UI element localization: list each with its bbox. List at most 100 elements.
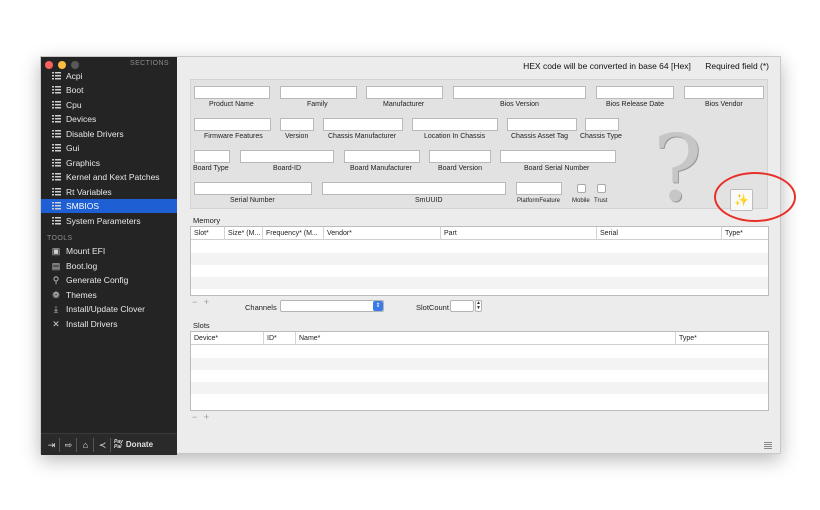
slots-col-device[interactable]: Device* <box>191 332 263 345</box>
table-row[interactable] <box>191 277 768 289</box>
memory-col-frequency[interactable]: Frequency* (M... <box>262 227 323 240</box>
sidebar-item-boot[interactable]: Boot <box>41 83 177 97</box>
memory-table-header: Slot* Size* (M... Frequency* (M... Vendo… <box>191 227 768 240</box>
board-serial-number-field[interactable] <box>500 150 616 163</box>
board-manufacturer-field[interactable] <box>344 150 420 163</box>
sidebar-item-kernel-kext-patches[interactable]: Kernel and Kext Patches <box>41 170 177 184</box>
sidebar: SECTIONS Acpi Boot Cpu Devices Disable D… <box>41 57 177 455</box>
slots-add-remove-buttons[interactable]: − + <box>192 412 211 422</box>
mobile-label: Mobile <box>572 198 590 204</box>
list-icon <box>52 144 61 152</box>
chassis-type-field[interactable] <box>585 118 619 131</box>
tool-install-update-clover[interactable]: ⤓ Install/Update Clover <box>41 302 177 316</box>
table-row[interactable] <box>191 382 768 394</box>
tool-generate-config[interactable]: ⚲ Generate Config <box>41 273 177 287</box>
zoom-window-button[interactable] <box>71 61 79 69</box>
list-icon <box>52 217 61 225</box>
board-id-field[interactable] <box>240 150 334 163</box>
memory-col-type[interactable]: Type* <box>721 227 768 240</box>
sidebar-item-acpi[interactable]: Acpi <box>41 69 177 83</box>
bios-release-date-field[interactable] <box>596 86 674 99</box>
manufacturer-field[interactable] <box>366 86 443 99</box>
sidebar-item-graphics[interactable]: Graphics <box>41 156 177 170</box>
sidebar-item-rt-variables[interactable]: Rt Variables <box>41 185 177 199</box>
bios-version-label: Bios Version <box>500 101 539 108</box>
bios-vendor-field[interactable] <box>684 86 764 99</box>
list-icon <box>52 173 61 181</box>
product-name-field[interactable] <box>194 86 270 99</box>
slots-col-name[interactable]: Name* <box>295 332 675 345</box>
smuuid-label: SmUUID <box>415 197 443 204</box>
memory-col-serial[interactable]: Serial <box>596 227 721 240</box>
question-mark-icon: ? <box>653 115 703 222</box>
memory-col-slot[interactable]: Slot* <box>191 227 224 240</box>
slotcount-field[interactable] <box>450 300 474 312</box>
list-icon <box>52 72 61 80</box>
donate-button[interactable]: Pay Pal Donate <box>114 439 153 450</box>
chassis-type-label: Chassis Type <box>580 133 622 140</box>
memory-table[interactable]: Slot* Size* (M... Frequency* (M... Vendo… <box>190 226 769 296</box>
memory-add-remove-buttons[interactable]: − + <box>192 297 211 307</box>
share-icon[interactable]: ≺ <box>97 437 111 452</box>
export-icon[interactable]: ⇨ <box>63 437 77 452</box>
table-row[interactable] <box>191 253 768 265</box>
platform-feature-label: PlatformFeature <box>517 198 561 204</box>
slots-col-type[interactable]: Type* <box>675 332 768 345</box>
serial-number-field[interactable] <box>194 182 312 195</box>
bios-version-field[interactable] <box>453 86 586 99</box>
chevron-updown-icon: ⇕ <box>373 301 383 311</box>
chassis-asset-tag-field[interactable] <box>507 118 577 131</box>
memory-col-vendor[interactable]: Vendor* <box>323 227 440 240</box>
sidebar-item-disable-drivers[interactable]: Disable Drivers <box>41 127 177 141</box>
version-field[interactable] <box>280 118 314 131</box>
slotcount-stepper[interactable]: ▲ ▼ <box>475 300 482 312</box>
slots-table[interactable]: Device* ID* Name* Type* <box>190 331 769 411</box>
home-icon[interactable]: ⌂ <box>80 437 94 452</box>
slots-col-id[interactable]: ID* <box>263 332 295 345</box>
channels-label: Channels <box>245 303 277 312</box>
platform-feature-field[interactable] <box>516 182 562 195</box>
board-type-field[interactable] <box>194 150 230 163</box>
firmware-features-field[interactable] <box>194 118 271 131</box>
memory-col-size[interactable]: Size* (M... <box>224 227 262 240</box>
sidebar-item-system-parameters[interactable]: System Parameters <box>41 214 177 228</box>
palette-icon: ❁ <box>52 290 60 300</box>
smuuid-field[interactable] <box>322 182 506 195</box>
table-row[interactable] <box>191 265 768 277</box>
family-label: Family <box>307 101 328 108</box>
tool-themes[interactable]: ❁ Themes <box>41 288 177 302</box>
tool-boot-log[interactable]: ▤ Boot.log <box>41 259 177 273</box>
highlight-circle <box>714 172 796 222</box>
board-version-field[interactable] <box>429 150 491 163</box>
tool-install-drivers[interactable]: ✕ Install Drivers <box>41 317 177 331</box>
mobile-checkbox[interactable] <box>577 184 586 193</box>
sidebar-item-gui[interactable]: Gui <box>41 141 177 155</box>
memory-col-part[interactable]: Part <box>440 227 596 240</box>
channels-combo[interactable]: ⇕ <box>280 300 384 312</box>
table-row[interactable] <box>191 370 768 382</box>
board-type-label: Board Type <box>193 165 229 172</box>
trust-checkbox[interactable] <box>597 184 606 193</box>
serial-number-label: Serial Number <box>230 197 275 204</box>
minimize-window-button[interactable] <box>58 61 66 69</box>
sidebar-item-smbios[interactable]: SMBIOS <box>41 199 177 213</box>
sidebar-item-cpu[interactable]: Cpu <box>41 98 177 112</box>
sidebar-item-devices[interactable]: Devices <box>41 112 177 126</box>
family-field[interactable] <box>280 86 357 99</box>
table-row[interactable] <box>191 241 768 253</box>
memory-title: Memory <box>193 216 221 225</box>
list-icon <box>52 86 61 94</box>
list-icon <box>52 188 61 196</box>
table-row[interactable] <box>191 394 768 406</box>
import-icon[interactable]: ⇥ <box>46 437 60 452</box>
document-icon: ▤ <box>51 261 61 271</box>
table-row[interactable] <box>191 358 768 370</box>
location-in-chassis-field[interactable] <box>412 118 498 131</box>
resize-grip-icon[interactable] <box>764 442 772 449</box>
board-version-label: Board Version <box>438 165 482 172</box>
chassis-manufacturer-field[interactable] <box>323 118 403 131</box>
close-window-button[interactable] <box>45 61 53 69</box>
tool-mount-efi[interactable]: ▣ Mount EFI <box>41 244 177 258</box>
table-row[interactable] <box>191 346 768 358</box>
board-id-label: Board-ID <box>273 165 302 172</box>
